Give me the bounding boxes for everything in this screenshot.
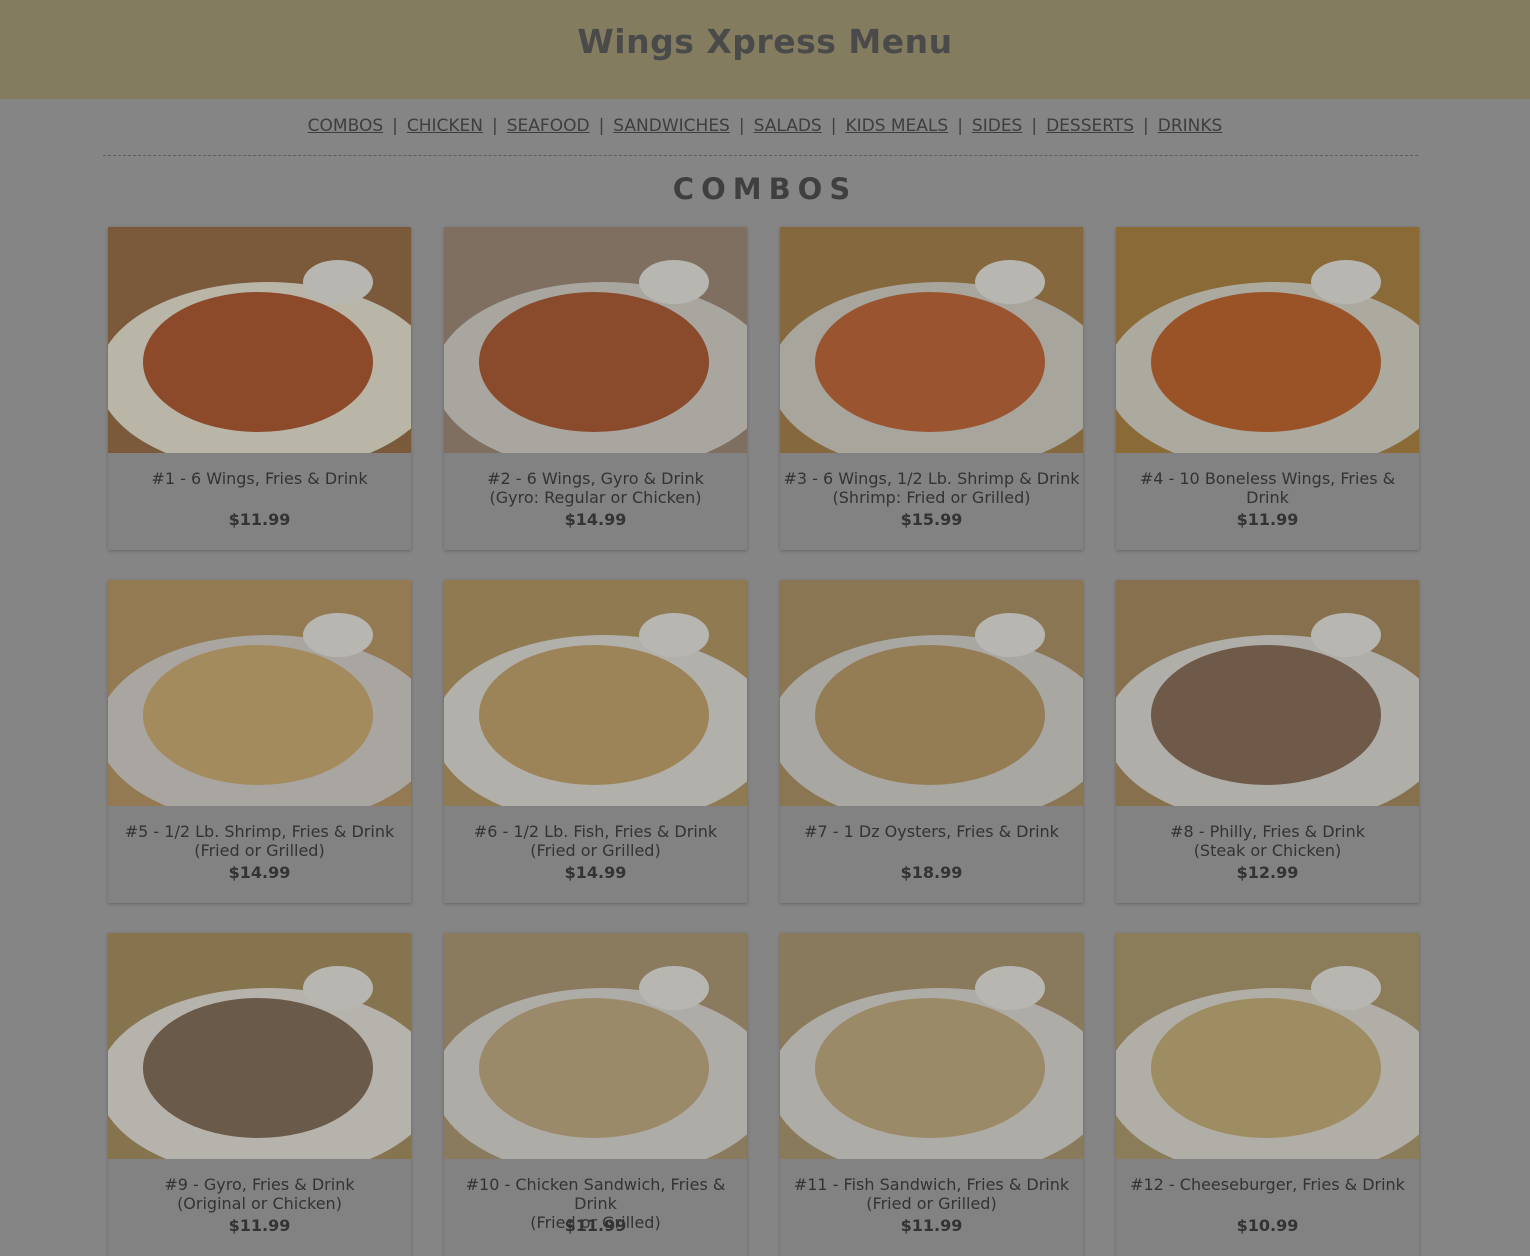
- nav-separator: |: [492, 116, 498, 136]
- combo-price: $14.99: [228, 863, 291, 882]
- combo-photo[interactable]: [108, 933, 411, 1159]
- combo-name: #9 - Gyro, Fries & Drink (Original or Ch…: [164, 1175, 355, 1213]
- combo-card[interactable]: #5 - 1/2 Lb. Shrimp, Fries & Drink (Frie…: [108, 580, 411, 903]
- combo-card[interactable]: #8 - Philly, Fries & Drink (Steak or Chi…: [1116, 580, 1419, 903]
- combo-price: $14.99: [564, 863, 627, 882]
- nav-link-kids-meals[interactable]: KIDS MEALS: [845, 116, 948, 136]
- combo-photo[interactable]: [1116, 580, 1419, 806]
- nav-link-seafood[interactable]: SEAFOOD: [507, 116, 590, 136]
- nav-separator: |: [392, 116, 398, 136]
- combo-photo[interactable]: [108, 227, 411, 453]
- combo-name: #5 - 1/2 Lb. Shrimp, Fries & Drink (Frie…: [124, 822, 395, 860]
- combo-price: $11.99: [228, 510, 291, 529]
- nav-link-chicken[interactable]: CHICKEN: [407, 116, 483, 136]
- combo-price: $11.99: [900, 1216, 963, 1235]
- combo-name: #2 - 6 Wings, Gyro & Drink (Gyro: Regula…: [487, 469, 704, 507]
- combo-card[interactable]: #1 - 6 Wings, Fries & Drink $11.99: [108, 227, 411, 550]
- nav-separator: |: [738, 116, 745, 136]
- combo-name: #11 - Fish Sandwich, Fries & Drink (Frie…: [793, 1175, 1070, 1213]
- combo-photo[interactable]: [780, 933, 1083, 1159]
- category-nav: COMBOS | CHICKEN | SEAFOOD | SANDWICHES | SALADS…: [0, 116, 1530, 136]
- combo-photo[interactable]: [444, 933, 747, 1159]
- combo-photo[interactable]: [780, 227, 1083, 453]
- combo-photo[interactable]: [1116, 933, 1419, 1159]
- nav-separator: |: [957, 116, 963, 136]
- site-header: Wings Xpress Menu: [0, 0, 1530, 99]
- combo-card[interactable]: #4 - 10 Boneless Wings, Fries & Drink $11…: [1116, 227, 1419, 550]
- combo-photo[interactable]: [108, 580, 411, 806]
- combo-price: $10.99: [1236, 1216, 1299, 1235]
- nav-link-salads[interactable]: SALADS: [754, 116, 822, 136]
- combo-card[interactable]: #12 - Cheeseburger, Fries & Drink $10.99: [1116, 933, 1419, 1256]
- combo-photo[interactable]: [444, 227, 747, 453]
- combo-name: #1 - 6 Wings, Fries & Drink: [151, 469, 368, 488]
- nav-divider: [103, 155, 1418, 156]
- combo-price: $12.99: [1236, 863, 1299, 882]
- nav-link-sides[interactable]: SIDES: [972, 116, 1022, 136]
- combo-name: #3 - 6 Wings, 1/2 Lb. Shrimp & Drink (Sh…: [783, 469, 1080, 507]
- nav-separator: |: [1143, 116, 1149, 136]
- combo-price: $18.99: [900, 863, 963, 882]
- combo-price: $14.99: [564, 510, 627, 529]
- combo-name: #6 - 1/2 Lb. Fish, Fries & Drink (Fried …: [473, 822, 718, 860]
- combo-price: $11.99: [564, 1216, 627, 1235]
- combo-card[interactable]: #11 - Fish Sandwich, Fries & Drink (Frie…: [780, 933, 1083, 1256]
- page-title: Wings Xpress Menu: [577, 22, 953, 61]
- combo-card[interactable]: #10 - Chicken Sandwich, Fries & Drink (F…: [444, 933, 747, 1256]
- combo-name: #7 - 1 Dz Oysters, Fries & Drink: [804, 822, 1059, 841]
- nav-link-desserts[interactable]: DESSERTS: [1046, 116, 1134, 136]
- combo-card[interactable]: #6 - 1/2 Lb. Fish, Fries & Drink (Fried …: [444, 580, 747, 903]
- combo-price: $11.99: [1236, 510, 1299, 529]
- combo-card[interactable]: #2 - 6 Wings, Gyro & Drink (Gyro: Regula…: [444, 227, 747, 550]
- combo-card[interactable]: #3 - 6 Wings, 1/2 Lb. Shrimp & Drink (Sh…: [780, 227, 1083, 550]
- nav-separator: |: [1031, 116, 1038, 136]
- combo-name: #4 - 10 Boneless Wings, Fries & Drink: [1139, 469, 1396, 507]
- nav-link-drinks[interactable]: DRINKS: [1158, 116, 1223, 136]
- combo-photo[interactable]: [1116, 227, 1419, 453]
- section-title: COMBOS: [672, 172, 858, 206]
- combo-name: #12 - Cheeseburger, Fries & Drink: [1130, 1175, 1405, 1194]
- nav-separator: |: [598, 116, 605, 136]
- combo-name: #8 - Philly, Fries & Drink (Steak or Chi…: [1170, 822, 1365, 860]
- combo-price: $11.99: [228, 1216, 291, 1235]
- combo-photo[interactable]: [780, 580, 1083, 806]
- nav-separator: |: [830, 116, 837, 136]
- nav-link-sandwiches[interactable]: SANDWICHES: [613, 116, 730, 136]
- combo-name: #10 - Chicken Sandwich, Fries & Drink (F…: [465, 1175, 726, 1232]
- combo-card[interactable]: #9 - Gyro, Fries & Drink (Original or Ch…: [108, 933, 411, 1256]
- combo-photo[interactable]: [444, 580, 747, 806]
- combo-card[interactable]: #7 - 1 Dz Oysters, Fries & Drink $18.99: [780, 580, 1083, 903]
- nav-link-combos[interactable]: COMBOS: [308, 116, 383, 136]
- combo-price: $15.99: [900, 510, 963, 529]
